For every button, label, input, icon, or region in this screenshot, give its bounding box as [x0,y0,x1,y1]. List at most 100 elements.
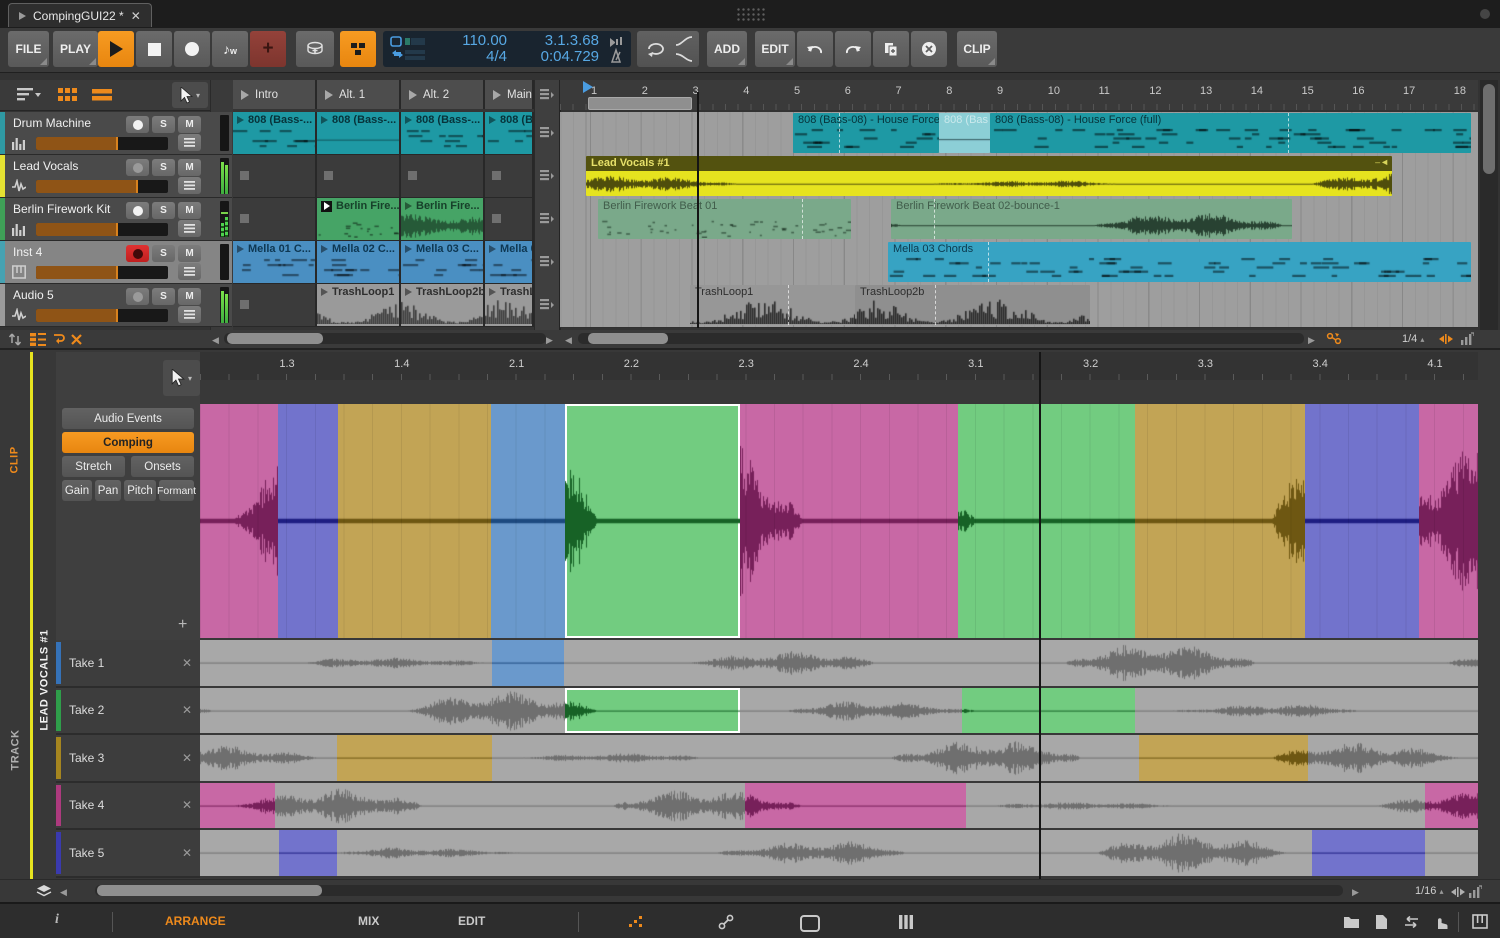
take-lane-5[interactable] [200,830,1478,878]
comp-region[interactable] [1305,404,1419,638]
edit-button[interactable]: EDIT [755,31,795,67]
punch-in-button[interactable]: + [250,31,286,67]
clip-slot[interactable]: Mella 02 C... [317,241,401,284]
arranger-clip[interactable]: Berlin Firework Beat 02-bounce-1 [891,199,1292,239]
pitch-button[interactable]: Pitch [124,480,156,501]
clip-slot[interactable]: 808 (Bass-... [401,112,485,155]
editor-hscroll-left-icon[interactable]: ◀ [60,887,67,898]
solo-button[interactable]: S [152,202,175,219]
add-take-button[interactable]: + [178,616,187,634]
browser-icon[interactable] [1343,915,1360,929]
clip-slot[interactable]: Mella 01 C... [233,241,317,284]
track-header-audio-5[interactable]: Audio 5SM [0,284,232,327]
arranger-hscroll-track[interactable] [578,333,1304,344]
arranger-clip[interactable]: 808 (Bas [939,113,990,153]
track-menu-button[interactable] [178,306,201,323]
arranger-clip[interactable]: 808 (Bass-08) - House Force ( [793,113,939,153]
tempo-display[interactable]: 110.00 [431,33,507,49]
audio-events-button[interactable]: Audio Events [62,408,194,429]
clip-list-icon[interactable] [30,333,46,346]
arranger-hscroll-thumb[interactable] [588,333,668,344]
stretch-button[interactable]: Stretch [62,456,125,477]
launcher-hscroll-right-icon[interactable]: ▶ [546,335,553,346]
scene-launch-icon[interactable] [540,299,554,311]
comp-region[interactable] [1419,404,1478,638]
duplicate-button[interactable] [873,31,909,67]
cue-marker-icons[interactable] [390,36,428,62]
redo-button[interactable] [835,31,871,67]
tab-track[interactable]: TRACK [2,710,28,790]
mute-button[interactable]: M [178,159,201,176]
clip-slot[interactable]: 808 (Bass-... [233,112,317,155]
take-label-3[interactable]: Take 3✕ [56,735,200,783]
take-highlight[interactable] [1312,830,1425,876]
mapping-hand-icon[interactable] [1434,914,1448,930]
zoom-fit-icon[interactable] [1438,333,1453,345]
record-arm-button[interactable] [126,159,149,176]
take-lane-4[interactable] [200,783,1478,831]
comp-region[interactable] [338,404,491,638]
take-label-1[interactable]: Take 1✕ [56,640,200,688]
delete-button[interactable] [911,31,947,67]
time-display[interactable]: 0:04.729 [513,49,599,65]
arranger-clip[interactable]: 808 (Bass-08) - House Force (full) [990,113,1471,153]
zoom-bars-icon[interactable] [1460,332,1474,346]
pan-button[interactable]: Pan [95,480,121,501]
tab-mix[interactable]: MIX [358,914,379,928]
tab-edit[interactable]: EDIT [458,914,485,928]
volume-fader[interactable] [36,223,168,236]
piano-icon[interactable] [1472,914,1488,929]
clip-slot[interactable]: Mella 03 C... [401,241,485,284]
record-button[interactable] [174,31,210,67]
track-header-inst-4[interactable]: Inst 4SM [0,241,232,284]
comp-region-selected[interactable] [565,404,740,638]
take-label-5[interactable]: Take 5✕ [56,830,200,878]
arranger-hscroll-right-icon[interactable]: ▶ [1308,335,1315,346]
project-close-icon[interactable]: ✕ [131,9,141,23]
take-highlight[interactable] [279,830,337,876]
take-highlight[interactable] [745,783,966,829]
info-icon[interactable]: i [55,912,59,928]
window-menu-icon[interactable] [1480,9,1490,19]
fade-out-icon[interactable] [675,51,693,63]
add-button[interactable]: ADD [707,31,747,67]
editor-hscroll-right-icon[interactable]: ▶ [1352,887,1359,898]
scene-header-alt-2[interactable]: Alt. 2 [401,80,485,109]
track-menu-button[interactable] [178,134,201,151]
record-arm-button[interactable] [126,116,149,133]
solo-button[interactable]: S [152,116,175,133]
volume-fader[interactable] [36,137,168,150]
track-header-berlin-firework-kit[interactable]: Berlin Firework KitSM [0,198,232,241]
comp-region[interactable] [491,404,565,638]
editor-ruler[interactable]: 1.31.42.12.22.32.43.13.23.33.44.1 [200,352,1478,380]
arranger-clip[interactable]: TrashLoop2b [855,285,1090,325]
zoom-fit-icon[interactable] [1450,886,1465,898]
follow-playhead-icon[interactable] [52,333,66,346]
empty-clip-slot[interactable] [233,155,317,198]
arranger-hscroll-left-icon[interactable]: ◀ [565,335,572,346]
take-delete-icon[interactable]: ✕ [182,703,192,717]
arranger-clip[interactable]: TrashLoop1 [690,285,855,325]
arranger-clip[interactable]: Berlin Firework Beat 01 [598,199,851,239]
play-menu-button[interactable]: PLAY [53,31,98,67]
track-header-lead-vocals[interactable]: Lead VocalsSM [0,155,232,198]
scene-header-intro[interactable]: Intro [233,80,317,109]
volume-fader[interactable] [36,309,168,322]
overdub-button[interactable]: ♪w [212,31,248,67]
track-header-drum-machine[interactable]: Drum MachineSM [0,112,232,155]
project-tab[interactable]: CompingGUI22 * ✕ [8,3,152,27]
snap-settings-icon[interactable] [1326,332,1343,346]
onsets-button[interactable]: Onsets [131,456,194,477]
scene-launch-icon[interactable] [540,127,554,139]
clip-slot[interactable]: TrashLoop2b [401,284,485,327]
scene-launch-icon[interactable] [540,213,554,225]
layers-icon[interactable] [36,884,52,898]
take-lane-2[interactable] [200,688,1478,736]
volume-fader[interactable] [36,266,168,279]
record-arm-button[interactable] [126,202,149,219]
empty-clip-slot[interactable] [401,155,485,198]
link-icon[interactable] [718,914,734,930]
launcher-hscroll-left-icon[interactable]: ◀ [212,335,219,346]
empty-clip-slot[interactable] [485,155,534,198]
comping-button[interactable]: Comping [62,432,194,453]
